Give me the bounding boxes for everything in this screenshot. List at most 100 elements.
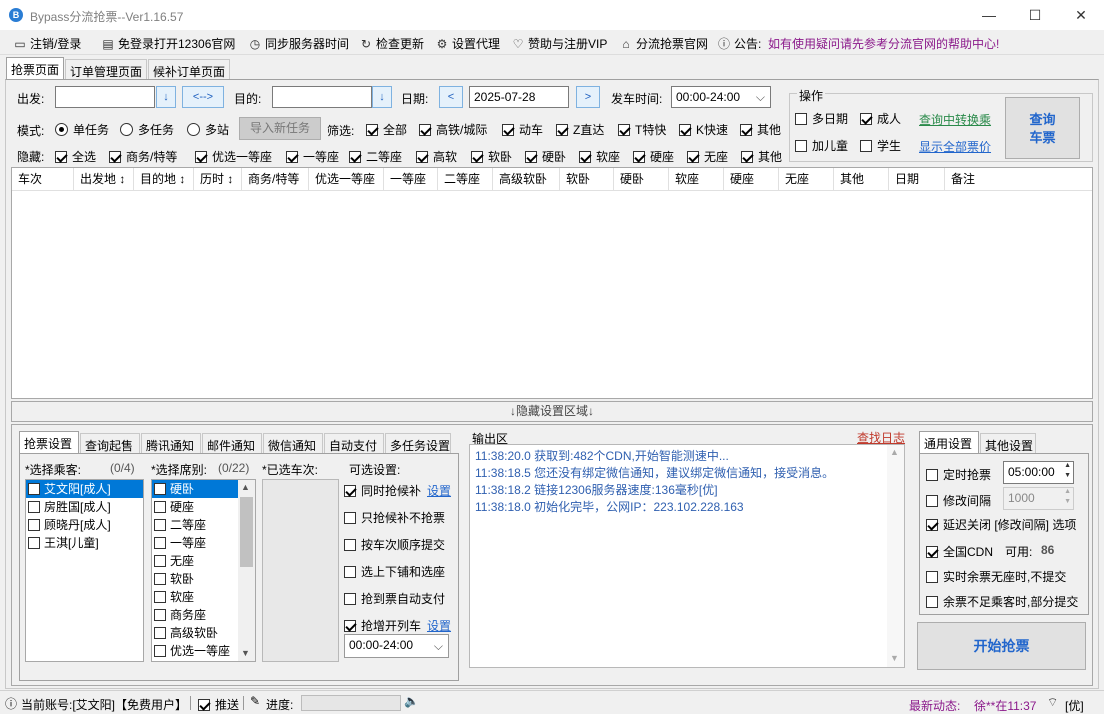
list-item[interactable]: 软座 (152, 588, 238, 606)
scroll-down-icon[interactable]: ▼ (890, 653, 899, 663)
timed-grab-input[interactable]: 05:00:00 ▲ ▼ (1003, 461, 1074, 484)
tab-multi-task[interactable]: 多任务设置 (385, 433, 451, 454)
filter-z-checkbox[interactable]: Z直达 (556, 121, 604, 138)
menu-sync-time[interactable]: ◷ 同步服务器时间 (248, 35, 349, 52)
student-checkbox[interactable]: 学生 (860, 137, 901, 154)
timed-grab-checkbox[interactable]: 定时抢票 (926, 466, 991, 483)
mode-multi-radio[interactable]: 多任务 (120, 121, 174, 138)
scroll-up-icon[interactable]: ▲ (241, 482, 250, 492)
multi-date-checkbox[interactable]: 多日期 (795, 110, 848, 127)
swap-stations-button[interactable]: <--> (182, 86, 224, 108)
delay-close-checkbox[interactable]: 延迟关闭 [修改间隔] 选项 (926, 516, 1076, 533)
hide-hard-sleeper-checkbox[interactable]: 硬卧 (525, 148, 566, 165)
option-berth-seat-checkbox[interactable]: 选上下铺和选座 (344, 563, 445, 580)
list-item[interactable]: 商务座 (152, 606, 238, 624)
filter-emu-checkbox[interactable]: 动车 (502, 121, 543, 138)
col-train-no[interactable]: 车次 (12, 168, 74, 191)
list-item[interactable]: 软卧 (152, 570, 238, 588)
col-business[interactable]: 商务/特等 (242, 168, 309, 191)
selected-trains-list[interactable] (262, 479, 339, 662)
national-cdn-checkbox[interactable]: 全国CDN (926, 543, 993, 560)
hide-premium-first-checkbox[interactable]: 优选一等座 (195, 148, 272, 165)
minimize-button[interactable]: — (966, 0, 1012, 30)
col-date[interactable]: 日期 (889, 168, 945, 191)
add-child-checkbox[interactable]: 加儿童 (795, 137, 848, 154)
notice-text[interactable]: 如有使用疑问请先参考分流官网的帮助中心! (768, 35, 999, 52)
option-waitlist-checkbox[interactable]: 同时抢候补 (344, 482, 421, 499)
col-other[interactable]: 其他 (834, 168, 889, 191)
option-auto-pay-checkbox[interactable]: 抢到票自动支付 (344, 590, 445, 607)
filter-k-checkbox[interactable]: K快速 (679, 121, 728, 138)
list-item[interactable]: 二等座 (152, 516, 238, 534)
menu-sponsor-vip[interactable]: ♡ 赞助与注册VIP (511, 35, 608, 52)
col-hard-sleeper[interactable]: 硬卧 (614, 168, 669, 191)
col-to[interactable]: 目的地 ↕ (134, 168, 194, 191)
close-button[interactable]: ✕ (1058, 0, 1104, 30)
list-item[interactable]: 优选一等座 (152, 642, 238, 660)
list-item[interactable]: 艾文阳[成人] (26, 480, 143, 498)
menu-official-site[interactable]: ⌂ 分流抢票官网 (619, 35, 708, 52)
output-scrollbar[interactable]: ▲ ▼ (887, 445, 904, 667)
scroll-up-icon[interactable]: ▲ (890, 447, 899, 457)
from-station-input[interactable] (55, 86, 155, 108)
to-station-input[interactable] (272, 86, 372, 108)
filter-t-checkbox[interactable]: T特快 (618, 121, 666, 138)
hide-settings-toggle[interactable]: ↓隐藏设置区域↓ (11, 401, 1093, 422)
spinner-icon[interactable]: ▲ ▼ (1064, 487, 1071, 507)
output-log[interactable]: 11:38:20.0 获取到:482个CDN,开始智能测速中... 11:38:… (469, 444, 905, 668)
scroll-thumb[interactable] (240, 497, 253, 567)
list-item[interactable]: 房胜国[成人] (26, 498, 143, 516)
tab-waitlist-orders[interactable]: 候补订单页面 (148, 59, 230, 80)
col-note[interactable]: 备注 (945, 168, 1092, 191)
list-item[interactable]: 顾晓丹[成人] (26, 516, 143, 534)
col-first-class[interactable]: 一等座 (384, 168, 438, 191)
menu-check-update[interactable]: ↻ 检查更新 (359, 35, 424, 52)
hide-no-seat-checkbox[interactable]: 无座 (687, 148, 728, 165)
to-dropdown-button[interactable]: ↓ (372, 86, 392, 108)
transfer-query-link[interactable]: 查询中转换乘 (919, 111, 991, 128)
menu-notice[interactable]: ⓘ 公告: (717, 35, 761, 52)
tab-grab-settings[interactable]: 抢票设置 (19, 431, 79, 454)
mode-single-radio[interactable]: 单任务 (55, 121, 109, 138)
spinner-icon[interactable]: ▲ ▼ (1064, 461, 1071, 481)
menu-open-12306[interactable]: ▤ 免登录打开12306官网 (101, 35, 235, 52)
seats-scrollbar[interactable]: ▲ ▼ (238, 480, 255, 661)
menu-login[interactable]: ▭ 注销/登录 (13, 35, 81, 52)
filter-highspeed-checkbox[interactable]: 高铁/城际 (419, 121, 487, 138)
tab-wechat-notify[interactable]: 微信通知 (263, 433, 323, 454)
hide-second-class-checkbox[interactable]: 二等座 (349, 148, 402, 165)
option-order-submit-checkbox[interactable]: 按车次顺序提交 (344, 536, 445, 553)
hide-first-class-checkbox[interactable]: 一等座 (286, 148, 339, 165)
hide-business-checkbox[interactable]: 商务/特等 (109, 148, 177, 165)
tab-order-management[interactable]: 订单管理页面 (65, 59, 147, 80)
list-item[interactable]: 硬卧 (152, 480, 238, 498)
import-task-button[interactable]: 导入新任务 (239, 117, 321, 140)
hide-select-all-checkbox[interactable]: 全选 (55, 148, 96, 165)
scroll-down-icon[interactable]: ▼ (241, 648, 250, 658)
date-input[interactable]: 2025-07-28 (469, 86, 569, 108)
modify-interval-checkbox[interactable]: 修改间隔 (926, 492, 991, 509)
list-item[interactable]: 高级软卧 (152, 624, 238, 642)
list-item[interactable]: 一等座 (152, 534, 238, 552)
tab-grab-tickets[interactable]: 抢票页面 (6, 57, 64, 80)
partial-submit-checkbox[interactable]: 余票不足乘客时,部分提交 (926, 593, 1078, 610)
tab-email-notify[interactable]: 邮件通知 (202, 433, 262, 454)
adult-checkbox[interactable]: 成人 (860, 110, 901, 127)
filter-other-checkbox[interactable]: 其他 (740, 121, 781, 138)
tab-query-sale[interactable]: 查询起售 (80, 433, 140, 454)
menu-proxy[interactable]: ⚙ 设置代理 (435, 35, 500, 52)
col-hard-seat[interactable]: 硬座 (724, 168, 779, 191)
hide-other-checkbox[interactable]: 其他 (741, 148, 782, 165)
list-item[interactable]: 王淇[儿童] (26, 534, 143, 552)
hide-hard-seat-checkbox[interactable]: 硬座 (633, 148, 674, 165)
hide-deluxe-soft-checkbox[interactable]: 高软 (416, 148, 457, 165)
speaker-icon[interactable]: 🔈 (404, 694, 419, 708)
col-second-class[interactable]: 二等座 (438, 168, 493, 191)
hide-soft-sleeper-checkbox[interactable]: 软卧 (471, 148, 512, 165)
no-seat-skip-checkbox[interactable]: 实时余票无座时,不提交 (926, 568, 1066, 585)
interval-input[interactable]: 1000 ▲ ▼ (1003, 487, 1074, 510)
col-from[interactable]: 出发地 ↕ (74, 168, 134, 191)
tab-other-settings[interactable]: 其他设置 (980, 433, 1036, 454)
date-prev-button[interactable]: < (439, 86, 463, 108)
option-extra-trains-set-link[interactable]: 设置 (427, 617, 451, 634)
